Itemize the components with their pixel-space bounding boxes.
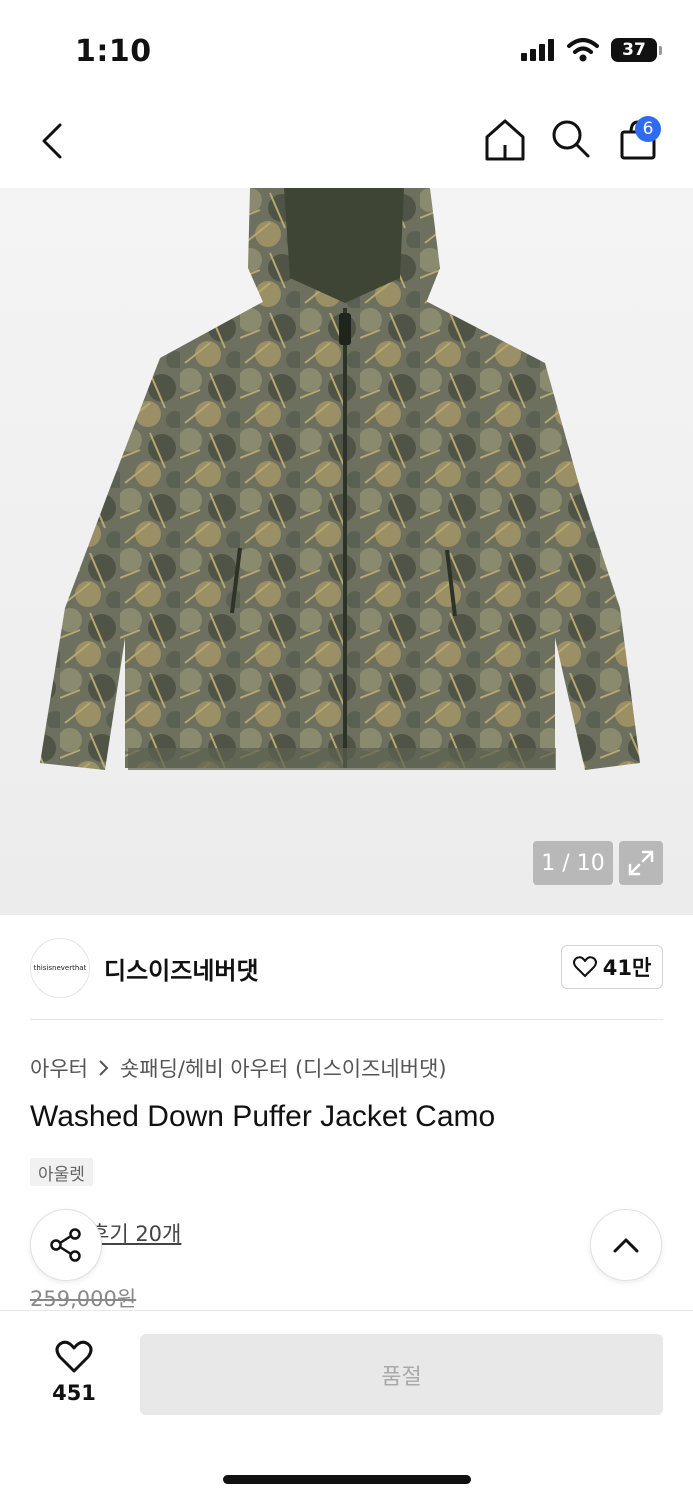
wishlist-count: 451 (52, 1381, 96, 1405)
breadcrumb: 아우터 숏패딩/헤비 아우터 (디스이즈네버댓) (30, 1053, 447, 1083)
search-icon[interactable] (551, 119, 591, 159)
product-jacket-image (40, 188, 640, 770)
heart-icon (572, 956, 597, 977)
share-icon (50, 1228, 81, 1262)
home-indicator (223, 1475, 471, 1484)
status-time: 1:10 (75, 34, 152, 69)
brand-logo[interactable]: thisisneverthat (30, 938, 90, 998)
brand-like-count: 41만 (602, 956, 652, 980)
home-icon[interactable] (484, 118, 526, 162)
status-icons: 37 (521, 38, 662, 62)
battery-level: 37 (622, 40, 646, 60)
wishlist-heart-icon[interactable] (55, 1340, 93, 1374)
product-title: Washed Down Puffer Jacket Camo (30, 1100, 496, 1133)
product-image-gallery[interactable]: 1 / 10 (0, 188, 693, 915)
share-button[interactable] (30, 1209, 102, 1281)
battery-icon: 37 (611, 38, 662, 62)
brand-like-button[interactable]: 41만 (561, 945, 663, 989)
expand-icon (628, 850, 654, 876)
scroll-to-top-button[interactable] (590, 1209, 662, 1281)
expand-image-button[interactable] (619, 841, 663, 885)
cart-count-badge: 6 (635, 116, 661, 142)
image-counter: 1 / 10 (533, 841, 613, 885)
breadcrumb-category[interactable]: 아우터 (30, 1053, 88, 1083)
signal-icon (521, 39, 554, 61)
review-link[interactable]: 후기 20개 (90, 1218, 181, 1248)
sold-out-button[interactable]: 품절 (140, 1334, 663, 1415)
divider (30, 1019, 663, 1020)
brand-logo-text: thisisneverthat (33, 964, 87, 972)
wifi-icon (567, 38, 599, 62)
breadcrumb-subcategory[interactable]: 숏패딩/헤비 아우터 (디스이즈네버댓) (120, 1053, 447, 1083)
chevron-up-icon (613, 1238, 639, 1253)
brand-name[interactable]: 디스이즈네버댓 (104, 951, 259, 986)
back-chevron-icon[interactable] (38, 122, 66, 160)
outlet-tag: 아울렛 (30, 1158, 93, 1186)
original-price: 259,000원 (30, 1287, 137, 1311)
chevron-right-icon (99, 1060, 109, 1076)
